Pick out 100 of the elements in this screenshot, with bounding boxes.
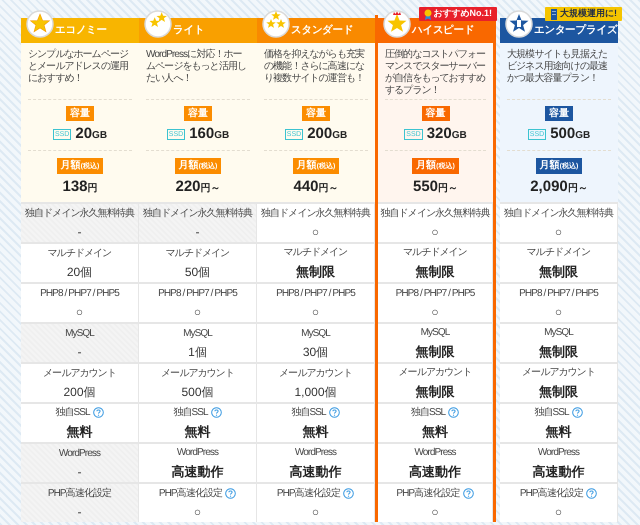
feature-label: 独自ドメイン永久無料特典: [504, 206, 614, 220]
feature-value: 無料: [546, 422, 572, 441]
feature-label: PHP8 / PHP7 / PHP5: [40, 286, 119, 300]
feature-value: 高速動作: [409, 462, 461, 481]
feature-value: 高速動作: [172, 462, 224, 481]
help-icon[interactable]: [328, 406, 340, 418]
feature-label: 独自ドメイン永久無料特典: [142, 206, 252, 220]
help-icon[interactable]: [343, 488, 354, 498]
feature-value: 1,000個: [294, 384, 337, 400]
feature-label: PHP高速化設定: [276, 486, 340, 500]
feature-label: MySQL: [420, 326, 450, 340]
feature-label: WordPress: [176, 446, 218, 460]
feature-label: メールアカウント: [522, 366, 595, 380]
feature-value: 1個: [188, 344, 207, 360]
help-icon[interactable]: [448, 406, 460, 418]
ribbon-text: 大規模運用に!: [560, 7, 617, 20]
feature-value: 20個: [66, 264, 92, 280]
feature-label: メールアカウント: [43, 366, 116, 380]
feature-label: PHP8 / PHP7 / PHP5: [158, 286, 237, 300]
capacity-value: 500GB: [550, 124, 590, 144]
feature-label: マルチドメイン: [284, 246, 348, 260]
feature-value: 無制限: [416, 342, 454, 361]
feature-label: MySQL: [65, 326, 94, 340]
plan-description: WordPressに対応！ホームページをもっと活用したい人へ！: [145, 48, 248, 86]
plan-emblem-icon: [144, 10, 172, 38]
help-icon[interactable]: [572, 406, 583, 418]
feature-value: ○: [431, 224, 439, 240]
feature-label: MySQL: [301, 326, 330, 340]
price-value: 2,090円～: [530, 177, 588, 197]
feature-value: 高速動作: [290, 462, 342, 481]
feature-value: 無制限: [539, 382, 578, 401]
feature-value: 200個: [63, 384, 96, 400]
capacity-value: 160GB: [189, 124, 230, 144]
plan-description: 価格を抑えながらも充実の機能！さらに高速になり複数サイトの運営も！: [263, 48, 366, 86]
feature-value: ○: [312, 304, 320, 320]
capacity-badge: 容量: [66, 106, 94, 121]
capacity-value: 200GB: [307, 124, 348, 144]
capacity-badge: 容量: [302, 106, 330, 121]
feature-label: マルチドメイン: [403, 246, 467, 260]
feature-label: PHP高速化設定: [158, 486, 222, 500]
feature-label: PHP高速化設定: [520, 486, 584, 500]
feature-label: 独自ドメイン永久無料特典: [260, 206, 370, 220]
feature-label: 独自SSL: [55, 406, 90, 420]
feature-value: 高速動作: [532, 462, 584, 481]
feature-label: 独自SSL: [291, 406, 326, 420]
plan-description: 大規模サイトも見据えたビジネス用途向けの最速かつ最大容量プラン！: [506, 48, 608, 86]
feature-label: メールアカウント: [279, 366, 352, 380]
help-icon[interactable]: [210, 406, 222, 418]
plan-emblem-icon: [383, 10, 411, 38]
feature-value: ○: [194, 304, 202, 320]
feature-value: 無制限: [416, 382, 454, 401]
capacity-badge: 容量: [422, 106, 450, 121]
feature-label: PHP8 / PHP7 / PHP5: [519, 286, 598, 300]
capacity-badge: 容量: [184, 106, 212, 121]
feature-label: PHP8 / PHP7 / PHP5: [276, 286, 355, 300]
feature-value: ○: [431, 504, 439, 520]
feature-value: 無制限: [296, 262, 335, 281]
feature-value: 無料: [66, 422, 92, 441]
plan-name: エンタープライズ: [534, 22, 618, 38]
medal-icon: [424, 8, 432, 20]
feature-value: ○: [76, 304, 84, 320]
feature-label: マルチドメイン: [526, 246, 590, 260]
plan-name: ライト: [173, 22, 204, 38]
help-icon[interactable]: [225, 488, 236, 498]
help-icon[interactable]: [462, 488, 474, 498]
feature-value: 無料: [422, 422, 448, 441]
price-value: 138円: [62, 177, 98, 197]
feature-label: WordPress: [294, 446, 336, 460]
feature-value: 無制限: [416, 262, 454, 281]
feature-value: -: [78, 504, 82, 520]
feature-value: 無料: [184, 422, 210, 441]
plan-description: 圧倒的なコストパフォーマンスでスターサーバーが自信をもっておすすめするプラン！: [384, 48, 486, 98]
feature-label: 独自SSL: [410, 406, 446, 420]
capacity-value: 20GB: [75, 124, 108, 144]
feature-value: ○: [554, 304, 562, 320]
help-icon[interactable]: [586, 488, 598, 498]
feature-label: 独自ドメイン永久無料特典: [24, 206, 134, 220]
plan-name: ハイスピード: [412, 22, 474, 38]
feature-label: WordPress: [414, 446, 456, 460]
feature-label: 独自SSL: [534, 406, 569, 420]
feature-value: 無制限: [539, 262, 578, 281]
capacity-badge: 容量: [545, 106, 573, 121]
feature-label: PHP高速化設定: [396, 486, 460, 500]
feature-value: -: [196, 224, 200, 240]
feature-label: 独自ドメイン永久無料特典: [380, 206, 490, 220]
feature-value: 500個: [181, 384, 214, 400]
capacity-value: 320GB: [426, 124, 467, 144]
feature-value: ○: [554, 224, 562, 240]
feature-label: メールアカウント: [161, 366, 234, 380]
feature-label: マルチドメイン: [166, 246, 230, 260]
feature-label: MySQL: [544, 326, 573, 340]
feature-label: マルチドメイン: [48, 246, 112, 260]
feature-value: ○: [431, 304, 439, 320]
plan-description: シンプルなホームページとメールアドレスの運用におすすめ！: [27, 48, 130, 86]
ribbon-text: おすすめNo.1!: [434, 7, 492, 20]
feature-value: ○: [194, 504, 202, 520]
help-icon[interactable]: [92, 406, 104, 418]
feature-value: 50個: [184, 264, 210, 280]
feature-value: ○: [312, 224, 320, 240]
feature-label: 独自SSL: [173, 406, 208, 420]
